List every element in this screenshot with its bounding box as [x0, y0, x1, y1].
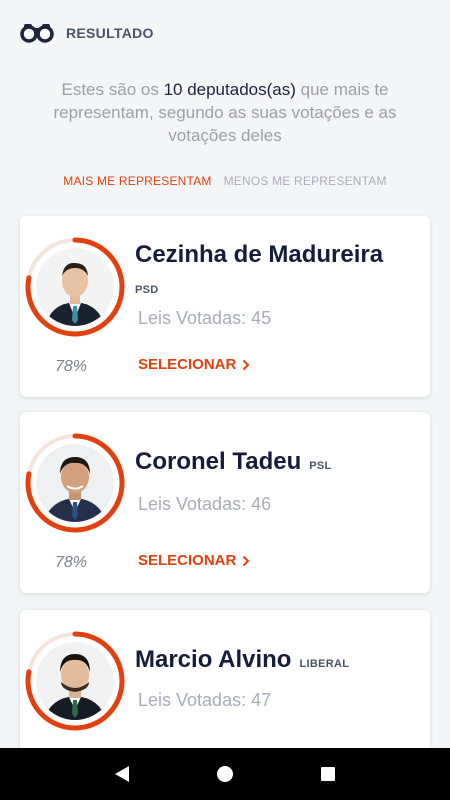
system-nav-bar: [0, 748, 450, 800]
avatar: [22, 234, 128, 340]
intro-highlight: 10 deputados(as): [163, 80, 296, 99]
laws-voted: Leis Votadas: 46: [138, 494, 272, 514]
deputy-card[interactable]: 78% Cezinha de Madureira PSD Leis Votada…: [20, 216, 430, 397]
deputy-photo: [36, 642, 114, 720]
recents-icon: [321, 767, 336, 781]
deputy-photo: [36, 444, 114, 522]
deputy-card[interactable]: 78% Coronel Tadeu PSL Leis Votadas: 46 S…: [20, 412, 430, 593]
back-button[interactable]: [112, 764, 132, 784]
tab-menos-me-representam[interactable]: MENOS ME REPRESENTAM: [224, 172, 387, 190]
select-label: SELECIONAR: [138, 356, 237, 373]
binoculars-icon: [20, 24, 54, 43]
recents-button[interactable]: [318, 764, 338, 784]
laws-voted: Leis Votadas: 47: [138, 690, 272, 710]
select-button[interactable]: SELECIONAR: [138, 356, 250, 373]
deputy-party: LIBERAL: [299, 658, 350, 670]
intro-prefix: Estes são os: [61, 80, 164, 99]
tab-mais-me-representam[interactable]: MAIS ME REPRESENTAM: [63, 172, 211, 190]
select-label: SELECIONAR: [138, 552, 237, 569]
home-icon: [216, 766, 233, 782]
laws-voted: Leis Votadas: 45: [138, 308, 272, 328]
deputy-name-row: Marcio Alvino LIBERAL: [135, 646, 349, 674]
chevron-right-icon: [243, 555, 250, 566]
deputy-name: Cezinha de Madureira: [135, 241, 384, 268]
app-header: RESULTADO: [0, 0, 450, 66]
deputy-party: PSL: [309, 460, 332, 472]
chevron-right-icon: [243, 359, 250, 370]
select-button[interactable]: SELECIONAR: [138, 552, 250, 569]
deputy-name: Marcio Alvino: [135, 646, 292, 673]
intro-text: Estes são os 10 deputados(as) que mais t…: [20, 78, 430, 147]
home-button[interactable]: [215, 764, 235, 784]
match-percent: 78%: [55, 554, 88, 571]
deputy-name-row: Coronel Tadeu PSL: [135, 448, 332, 476]
avatar: [22, 430, 128, 536]
deputy-photo: [36, 248, 114, 326]
back-icon: [114, 766, 129, 782]
deputy-name: Coronel Tadeu: [135, 448, 302, 475]
tab-bar: MAIS ME REPRESENTAM MENOS ME REPRESENTAM: [0, 172, 450, 190]
deputy-party: PSD: [135, 284, 159, 296]
avatar: [22, 628, 128, 734]
page-title: RESULTADO: [66, 25, 154, 41]
deputy-name-row: Cezinha de Madureira: [135, 241, 383, 269]
match-percent: 78%: [55, 358, 88, 375]
